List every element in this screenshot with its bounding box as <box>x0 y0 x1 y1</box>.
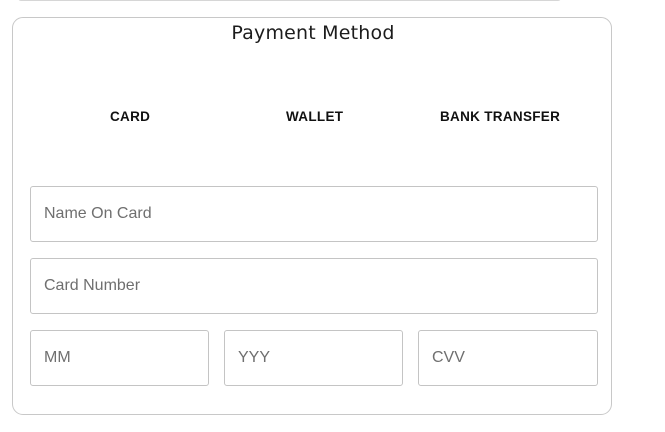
tab-wallet[interactable]: WALLET <box>286 109 343 124</box>
name-on-card-field[interactable] <box>30 186 598 242</box>
previous-section-divider <box>18 0 561 1</box>
card-number-input[interactable] <box>31 259 597 313</box>
expiry-year-input[interactable] <box>225 331 402 385</box>
expiry-month-field[interactable] <box>30 330 209 386</box>
tab-bank-transfer[interactable]: BANK TRANSFER <box>440 109 560 124</box>
payment-method-title: Payment Method <box>231 22 395 44</box>
tab-card[interactable]: CARD <box>110 109 150 124</box>
payment-method-tabs: CARD WALLET BANK TRANSFER <box>13 109 613 127</box>
cvv-field[interactable] <box>418 330 598 386</box>
name-on-card-input[interactable] <box>31 187 597 241</box>
card-number-field[interactable] <box>30 258 598 314</box>
payment-method-panel: Payment Method CARD WALLET BANK TRANSFER <box>12 17 612 415</box>
expiry-year-field[interactable] <box>224 330 403 386</box>
expiry-month-input[interactable] <box>31 331 208 385</box>
cvv-input[interactable] <box>419 331 597 385</box>
